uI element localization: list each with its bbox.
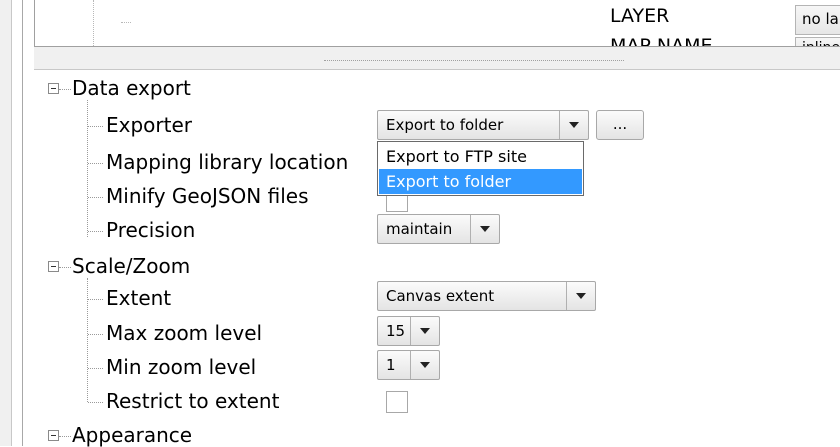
tree-guide <box>88 163 103 164</box>
tree-guide <box>88 231 103 232</box>
precision-label: Precision <box>106 218 196 242</box>
exporter-select[interactable]: Export to folder <box>377 110 589 140</box>
tree-guide <box>87 278 88 402</box>
restrict-label: Restrict to extent <box>106 389 280 413</box>
chevron-down-icon <box>410 351 439 379</box>
max-zoom-value: 15 <box>386 322 406 340</box>
exporter-value: Export to folder <box>386 116 504 134</box>
splitter-grip <box>324 60 624 61</box>
mapname-label: MAP NAME <box>610 35 713 47</box>
chevron-down-icon <box>470 215 499 243</box>
min-zoom-label: Min zoom level <box>106 355 257 379</box>
tree-guide <box>88 334 103 335</box>
minify-label: Minify GeoJSON files <box>106 184 309 208</box>
tree-guide <box>88 402 103 403</box>
mapname-value-field[interactable]: inline <box>795 37 840 46</box>
collapse-icon[interactable] <box>48 83 59 94</box>
tree-guide <box>88 299 103 300</box>
tree-guide <box>88 368 103 369</box>
section-appearance: Appearance <box>72 423 193 447</box>
tree-guide <box>59 436 71 437</box>
extent-select[interactable]: Canvas extent <box>377 281 596 311</box>
collapse-icon[interactable] <box>48 261 59 272</box>
left-strip <box>0 0 12 446</box>
min-zoom-value: 1 <box>386 356 396 374</box>
chevron-down-icon <box>410 317 439 345</box>
panel-divider <box>22 0 23 446</box>
tree-guide <box>59 267 71 268</box>
precision-value: maintain <box>386 220 453 238</box>
section-data-export: Data export <box>72 76 191 100</box>
collapse-icon[interactable] <box>48 430 59 441</box>
restrict-checkbox[interactable] <box>386 391 408 413</box>
exporter-dropdown-list: Export to FTP site Export to folder <box>377 141 584 196</box>
dropdown-option-folder[interactable]: Export to folder <box>379 169 582 194</box>
extent-value: Canvas extent <box>386 287 495 305</box>
mapping-library-label: Mapping library location <box>106 150 349 174</box>
browse-button[interactable]: ... <box>596 110 644 140</box>
min-zoom-select[interactable]: 1 <box>377 350 440 380</box>
tree-guide <box>87 100 88 237</box>
tree-guide <box>88 197 103 198</box>
tree-guide <box>93 0 94 46</box>
tree-guide <box>121 22 131 23</box>
max-zoom-select[interactable]: 15 <box>377 316 440 346</box>
chevron-down-icon <box>566 282 595 310</box>
exporter-label: Exporter <box>106 113 192 137</box>
layer-properties-panel: LAYER no label MAP NAME inline <box>34 0 840 47</box>
precision-select[interactable]: maintain <box>377 214 500 244</box>
chevron-down-icon <box>559 111 588 139</box>
layer-value-field[interactable]: no label <box>795 5 840 35</box>
splitter-handle[interactable] <box>34 47 840 70</box>
max-zoom-label: Max zoom level <box>106 321 263 345</box>
tree-guide <box>88 126 103 127</box>
extent-label: Extent <box>106 286 172 310</box>
dropdown-option-ftp[interactable]: Export to FTP site <box>379 144 582 169</box>
layer-label: LAYER <box>610 5 670 27</box>
tree-guide <box>59 89 71 90</box>
section-scale-zoom: Scale/Zoom <box>72 254 191 278</box>
